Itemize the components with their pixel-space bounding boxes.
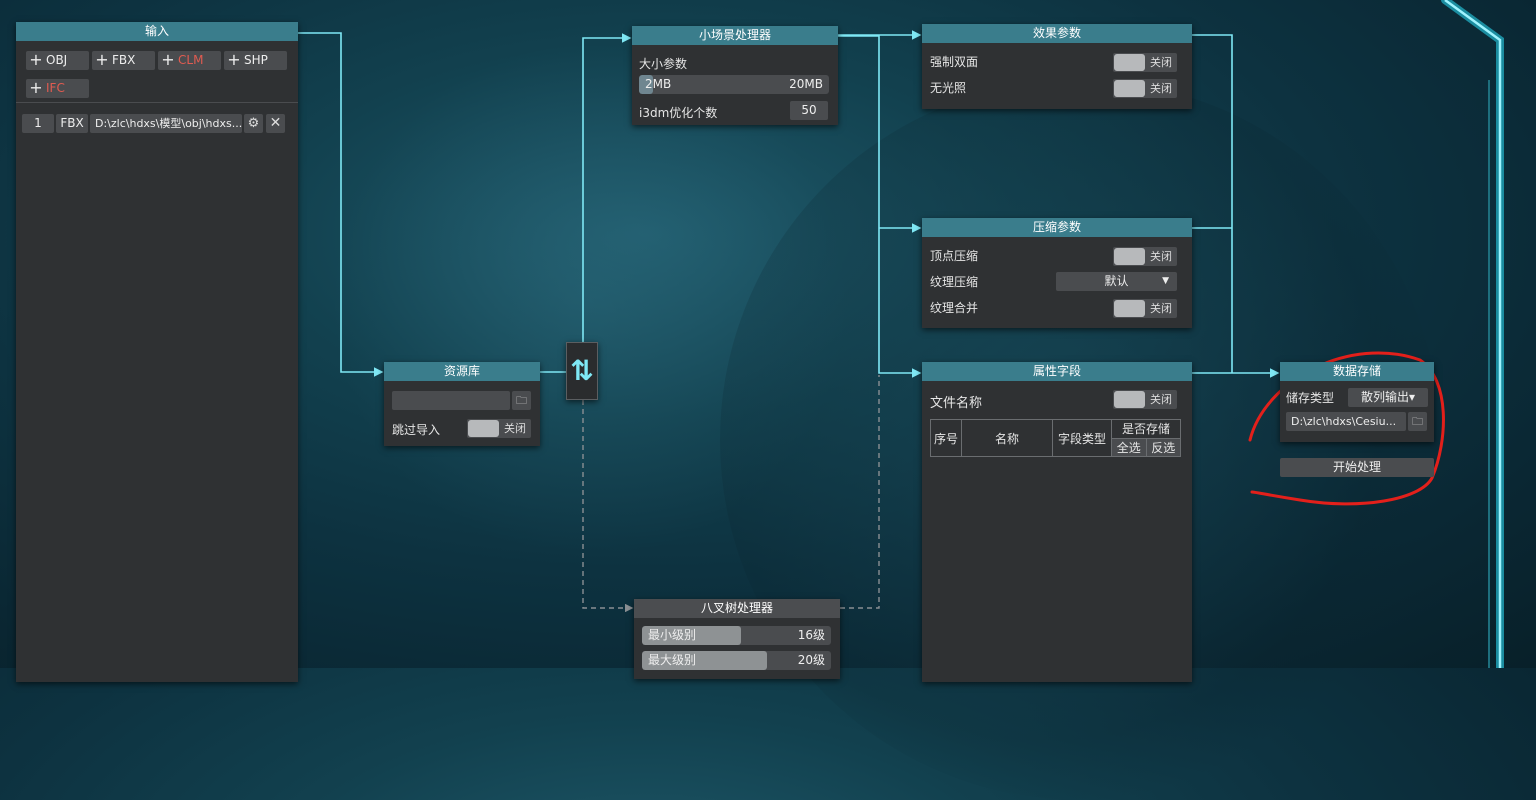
toggle-knob <box>1114 300 1145 317</box>
plus-icon: + <box>95 50 109 69</box>
max-level-slider[interactable]: 最大级别 20级 <box>642 651 831 670</box>
folder-icon[interactable]: 🗀 <box>512 391 531 410</box>
plus-icon: + <box>29 50 43 69</box>
skip-import-toggle[interactable]: 关闭 <box>467 419 531 438</box>
no-light-label: 无光照 <box>930 81 967 95</box>
compress-panel: 压缩参数 顶点压缩 关闭 纹理压缩 默认 ▼ 纹理合并 关闭 <box>922 218 1192 328</box>
plus-icon: + <box>161 50 175 69</box>
frame-border-glow <box>1441 0 1504 668</box>
texture-merge-toggle[interactable]: 关闭 <box>1113 299 1177 318</box>
storage-type-select[interactable]: 散列输出▾ <box>1348 388 1428 407</box>
resource-panel: 资源库 🗀 跳过导入 关闭 <box>384 362 540 446</box>
attribute-panel-title: 属性字段 <box>922 362 1192 381</box>
attribute-table: 序号 名称 字段类型 是否存储 全选 反选 <box>930 419 1181 457</box>
resource-path-input[interactable] <box>392 391 510 410</box>
toggle-knob <box>1114 248 1145 265</box>
storage-type-label: 储存类型 <box>1286 391 1335 405</box>
col-header-name: 名称 <box>961 419 1053 457</box>
switch-node[interactable]: ⇅ <box>566 342 598 400</box>
texture-compress-label: 纹理压缩 <box>930 275 979 289</box>
toggle-knob <box>1114 54 1145 71</box>
vertex-compress-label: 顶点压缩 <box>930 249 979 263</box>
i3dm-label: i3dm优化个数 <box>639 106 718 120</box>
dropdown-arrow-icon: ▼ <box>1162 276 1169 286</box>
min-level-slider[interactable]: 最小级别 16级 <box>642 626 831 645</box>
start-process-button[interactable]: 开始处理 <box>1280 458 1434 477</box>
plus-icon: + <box>227 50 241 69</box>
gear-icon[interactable]: ⚙ <box>244 114 263 133</box>
select-all-button[interactable]: 全选 <box>1111 437 1147 457</box>
skip-import-label: 跳过导入 <box>392 423 441 437</box>
size-param-label: 大小参数 <box>639 57 688 71</box>
plus-icon: + <box>29 78 43 97</box>
file-type: FBX <box>56 114 88 133</box>
storage-panel: 数据存储 储存类型 散列输出▾ D:\zlc\hdxs\Cesiu... 🗀 <box>1280 362 1434 442</box>
attribute-panel: 属性字段 文件名称 关闭 序号 名称 字段类型 是否存储 全选 反选 <box>922 362 1192 682</box>
octree-panel: 八叉树处理器 最小级别 16级 最大级别 20级 <box>634 599 840 679</box>
octree-panel-title: 八叉树处理器 <box>634 599 840 618</box>
add-obj-button[interactable]: + OBJ <box>26 51 89 70</box>
col-header-store: 是否存储 <box>1111 419 1181 439</box>
effect-panel-title: 效果参数 <box>922 24 1192 43</box>
texture-merge-label: 纹理合并 <box>930 301 979 315</box>
filename-toggle[interactable]: 关闭 <box>1113 390 1177 409</box>
i3dm-value-field[interactable]: 50 <box>790 101 828 120</box>
filename-label: 文件名称 <box>930 396 983 411</box>
texture-compress-select[interactable]: 默认 ▼ <box>1056 272 1177 291</box>
dashed-connectors <box>582 375 880 613</box>
add-fbx-button[interactable]: + FBX <box>92 51 155 70</box>
size-range-slider[interactable]: 2MB 20MB <box>639 75 829 94</box>
double-side-label: 强制双面 <box>930 55 979 69</box>
swap-arrows-icon: ⇅ <box>570 354 594 387</box>
input-panel-title: 输入 <box>16 22 298 41</box>
file-path-field[interactable]: D:\zlc\hdxs\模型\obj\hdxs... <box>90 114 242 133</box>
no-light-toggle[interactable]: 关闭 <box>1113 79 1177 98</box>
effect-panel: 效果参数 强制双面 关闭 无光照 关闭 <box>922 24 1192 109</box>
resource-panel-title: 资源库 <box>384 362 540 381</box>
col-header-index: 序号 <box>930 419 962 457</box>
add-clm-button[interactable]: + CLM <box>158 51 221 70</box>
divider <box>16 102 298 103</box>
double-side-toggle[interactable]: 关闭 <box>1113 53 1177 72</box>
toggle-knob <box>1114 391 1145 408</box>
folder-icon[interactable]: 🗀 <box>1408 412 1427 431</box>
invert-select-button[interactable]: 反选 <box>1145 437 1181 457</box>
toggle-knob <box>468 420 499 437</box>
add-ifc-button[interactable]: + IFC <box>26 79 89 98</box>
storage-panel-title: 数据存储 <box>1280 362 1434 381</box>
storage-path-input[interactable]: D:\zlc\hdxs\Cesiu... <box>1286 412 1406 431</box>
toggle-knob <box>1114 80 1145 97</box>
add-shp-button[interactable]: + SHP <box>224 51 287 70</box>
vertex-compress-toggle[interactable]: 关闭 <box>1113 247 1177 266</box>
small-scene-panel-title: 小场景处理器 <box>632 26 838 45</box>
compress-panel-title: 压缩参数 <box>922 218 1192 237</box>
input-panel: 输入 + OBJ + FBX + CLM + SHP + IFC 1 FBX D:\zlc… <box>16 22 298 682</box>
file-index: 1 <box>22 114 54 133</box>
small-scene-panel: 小场景处理器 大小参数 2MB 20MB i3dm优化个数 50 <box>632 26 838 125</box>
close-icon[interactable]: ✕ <box>266 114 285 133</box>
col-header-type: 字段类型 <box>1052 419 1112 457</box>
